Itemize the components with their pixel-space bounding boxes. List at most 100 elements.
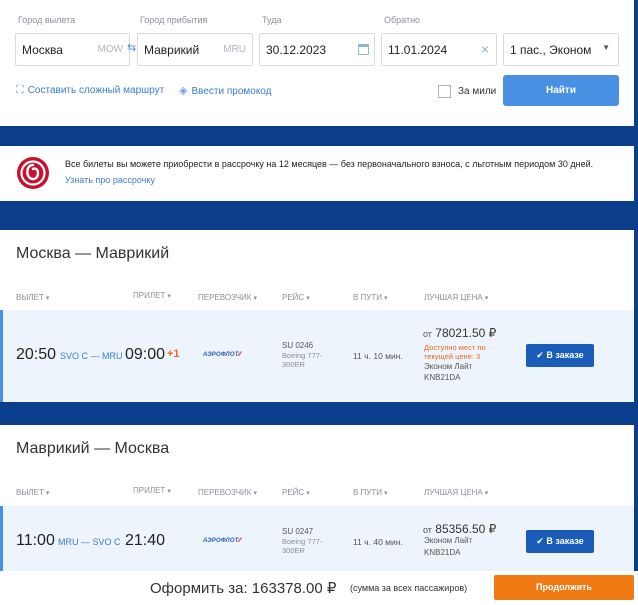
sort-icon: ▾ bbox=[484, 295, 489, 302]
search-panel: Город вылета Москва MOW ⇆ Город прибытия… bbox=[0, 0, 634, 126]
to-city-value: Маврикий bbox=[144, 43, 200, 57]
flight-number: SU 0247 bbox=[282, 527, 314, 536]
depart-date-value: 30.12.2023 bbox=[266, 43, 327, 57]
col-best-price[interactable]: ЛУЧШАЯ ЦЕНА ▾ bbox=[424, 488, 488, 497]
chevron-down-icon: ▼ bbox=[602, 43, 610, 52]
price-value: 78021.50 ₽ bbox=[435, 326, 497, 340]
complex-route-label: Составить сложный маршрут bbox=[27, 85, 165, 96]
checkout-footer: Оформить за: 163378.00 ₽ (сумма за всех … bbox=[0, 571, 638, 605]
arrival-time: 09:00 bbox=[125, 346, 166, 363]
airline-name: АЭРОФЛОТ bbox=[203, 538, 239, 544]
sort-icon: ▾ bbox=[484, 490, 489, 497]
fare-code: KNB21DA bbox=[424, 548, 461, 557]
return-label: Обратно bbox=[384, 15, 421, 25]
departure-time: 11:00 bbox=[16, 532, 55, 549]
col-duration-label: В ПУТИ bbox=[353, 293, 383, 302]
promo-code-label: Ввести промокод bbox=[191, 86, 272, 97]
price: от 85356.50 ₽ bbox=[423, 522, 496, 536]
arrival-time: 21:40 bbox=[125, 532, 166, 549]
wing-icon: ⁄⁄ bbox=[238, 352, 242, 358]
aircraft-type: Boeing 777-300ER bbox=[282, 537, 323, 555]
sort-icon: ▾ bbox=[167, 488, 171, 495]
to-label: Город прибытия bbox=[140, 15, 208, 25]
col-departure-label: ВЫЛЕТ bbox=[16, 488, 44, 497]
sort-icon: ▾ bbox=[384, 295, 388, 302]
from-city-field[interactable]: Москва MOW bbox=[15, 33, 130, 66]
col-departure[interactable]: ВЫЛЕТ ▾ bbox=[16, 488, 49, 497]
route: MRU — SVO C bbox=[58, 537, 121, 547]
sort-icon: ▾ bbox=[253, 490, 257, 497]
price: от 78021.50 ₽ bbox=[423, 326, 496, 340]
route: SVO C — MRU bbox=[60, 351, 123, 361]
price-prefix: от bbox=[423, 525, 432, 535]
col-departure[interactable]: ВЫЛЕТ ▾ bbox=[16, 293, 49, 302]
airline-logo: АЭРОФЛОТ⁄⁄ bbox=[203, 352, 241, 358]
in-order-button[interactable]: ✔ В заказе bbox=[526, 530, 594, 553]
depart-date-field[interactable]: 30.12.2023 bbox=[259, 33, 375, 66]
total-label: Оформить за: bbox=[150, 580, 248, 597]
total-price: Оформить за: 163378.00 ₽ bbox=[150, 579, 336, 597]
col-best-price-label: ЛУЧШАЯ ЦЕНА bbox=[424, 488, 483, 497]
sort-icon: ▾ bbox=[253, 295, 257, 302]
fare-code: KNB21DA bbox=[424, 373, 461, 382]
col-flight-label: РЕЙС bbox=[282, 488, 305, 497]
calendar-icon[interactable] bbox=[358, 44, 369, 55]
sort-icon: ▾ bbox=[306, 295, 310, 302]
installment-link[interactable]: Узнать про рассрочку bbox=[65, 175, 155, 185]
col-carrier-label: ПЕРЕВОЗЧИК bbox=[198, 293, 252, 302]
depart-label: Туда bbox=[262, 15, 282, 25]
sort-icon: ▾ bbox=[384, 490, 388, 497]
find-button[interactable]: Найти bbox=[503, 75, 619, 106]
in-order-button[interactable]: ✔ В заказе bbox=[526, 344, 594, 367]
col-arrival-label: ПРИЛЕТ bbox=[133, 291, 166, 300]
miles-checkbox[interactable] bbox=[438, 85, 451, 98]
miles-label: За мили bbox=[458, 86, 497, 97]
total-note: (сумма за всех пассажиров) bbox=[350, 583, 468, 593]
aircraft-type: Boeing 777-300ER bbox=[282, 351, 323, 369]
leg-title: Москва — Маврикий bbox=[16, 245, 170, 262]
promo-code-link[interactable]: ◈ Ввести промокод bbox=[179, 84, 271, 97]
col-flight[interactable]: РЕЙС ▾ bbox=[282, 293, 310, 302]
col-duration[interactable]: В ПУТИ ▾ bbox=[353, 488, 388, 497]
col-carrier[interactable]: ПЕРЕВОЗЧИК ▾ bbox=[198, 293, 257, 302]
check-icon: ✔ bbox=[536, 536, 547, 546]
sort-icon: ▾ bbox=[306, 490, 310, 497]
col-departure-label: ВЫЛЕТ bbox=[16, 293, 44, 302]
installment-text: Все билеты вы можете приобрести в рассро… bbox=[65, 159, 594, 169]
fare-name: Эконом Лайт bbox=[424, 536, 473, 545]
departure-time: 20:50 bbox=[16, 346, 57, 363]
swap-cities-icon[interactable]: ⇆ bbox=[127, 41, 136, 54]
leg-title: Маврикий — Москва bbox=[16, 440, 170, 457]
col-carrier[interactable]: ПЕРЕВОЗЧИК ▾ bbox=[198, 488, 257, 497]
tag-icon: ◈ bbox=[179, 85, 188, 97]
col-arrival-label: ПРИЛЕТ bbox=[133, 486, 166, 495]
col-flight[interactable]: РЕЙС ▾ bbox=[282, 488, 310, 497]
continue-button[interactable]: Продолжить bbox=[494, 575, 634, 600]
price-value: 85356.50 ₽ bbox=[435, 522, 497, 536]
col-best-price-label: ЛУЧШАЯ ЦЕНА bbox=[424, 293, 483, 302]
complex-route-link[interactable]: ⛶ Составить сложный маршрут bbox=[16, 84, 164, 97]
passengers-value: 1 пас., Эконом bbox=[510, 43, 592, 57]
col-duration-label: В ПУТИ bbox=[353, 488, 383, 497]
col-arrival[interactable]: ПРИЛЕТ ▾ bbox=[133, 486, 171, 495]
to-city-field[interactable]: Маврикий MRU bbox=[137, 33, 253, 66]
col-arrival[interactable]: ПРИЛЕТ ▾ bbox=[133, 291, 171, 300]
col-best-price[interactable]: ЛУЧШАЯ ЦЕНА ▾ bbox=[424, 293, 488, 302]
installment-logo-icon bbox=[17, 157, 49, 189]
from-city-code: MOW bbox=[97, 44, 123, 55]
plus-day-badge: +1 bbox=[167, 348, 180, 360]
passengers-select[interactable]: 1 пас., Эконом ▼ bbox=[503, 33, 619, 66]
airline-logo: АЭРОФЛОТ⁄⁄ bbox=[203, 538, 241, 544]
flight-number: SU 0246 bbox=[282, 341, 314, 350]
return-date-field[interactable]: 11.01.2024 × bbox=[381, 33, 497, 66]
col-duration[interactable]: В ПУТИ ▾ bbox=[353, 293, 388, 302]
from-city-value: Москва bbox=[22, 43, 63, 57]
in-order-label: В заказе bbox=[546, 536, 584, 546]
check-icon: ✔ bbox=[536, 350, 547, 360]
fare-name: Эконом Лайт bbox=[424, 362, 473, 371]
price-prefix: от bbox=[423, 329, 432, 339]
flight-row[interactable]: 20:50 SVO C — MRU 09:00 +1 АЭРОФЛОТ⁄⁄ SU… bbox=[0, 310, 634, 402]
return-leg: Маврикий — Москва ВЫЛЕТ ▾ ПРИЛЕТ ▾ ПЕРЕВОЗ… bbox=[0, 425, 634, 598]
clear-icon[interactable]: × bbox=[481, 41, 489, 57]
sort-icon: ▾ bbox=[45, 295, 50, 302]
